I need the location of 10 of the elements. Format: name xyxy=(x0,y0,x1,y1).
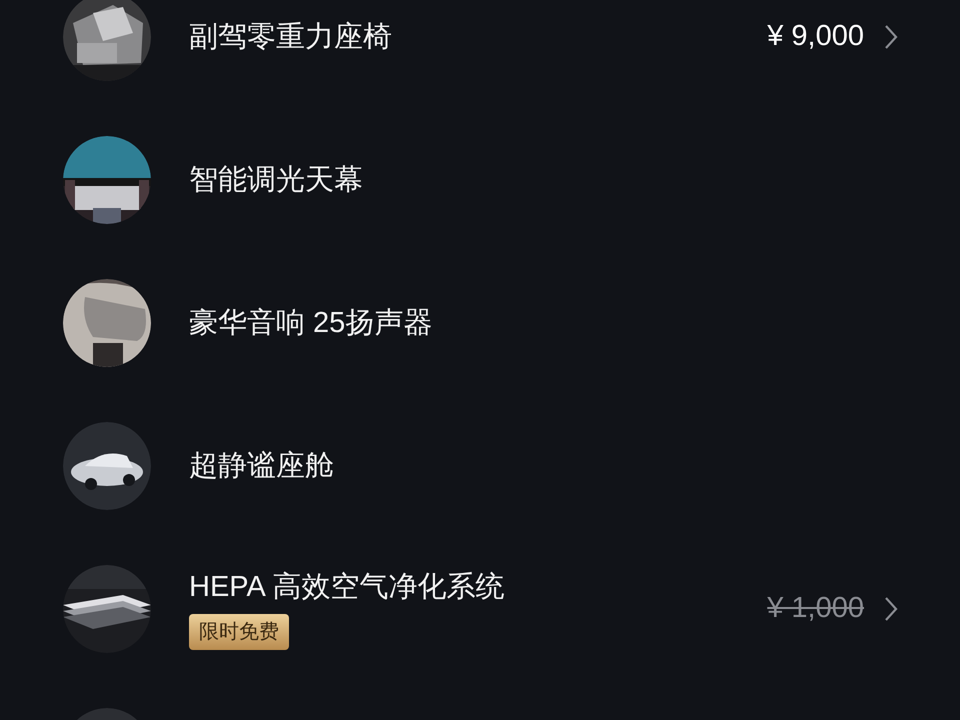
item-title: 智能调光天幕 xyxy=(189,162,364,198)
item-title: 超静谧座舱 xyxy=(189,448,335,484)
price: ¥ 9,000 xyxy=(767,18,864,54)
item-title: HEPA 高效空气净化系统 xyxy=(189,570,506,604)
item-title: 副驾零重力座椅 xyxy=(189,20,393,54)
chevron-right-icon[interactable] xyxy=(884,24,898,50)
price: ¥ 1,000 xyxy=(767,590,864,626)
promo-badge: 限时免费 xyxy=(189,614,289,650)
item-title: 豪华音响 25扬声器 xyxy=(189,306,434,340)
chevron-right-icon[interactable] xyxy=(884,596,898,622)
